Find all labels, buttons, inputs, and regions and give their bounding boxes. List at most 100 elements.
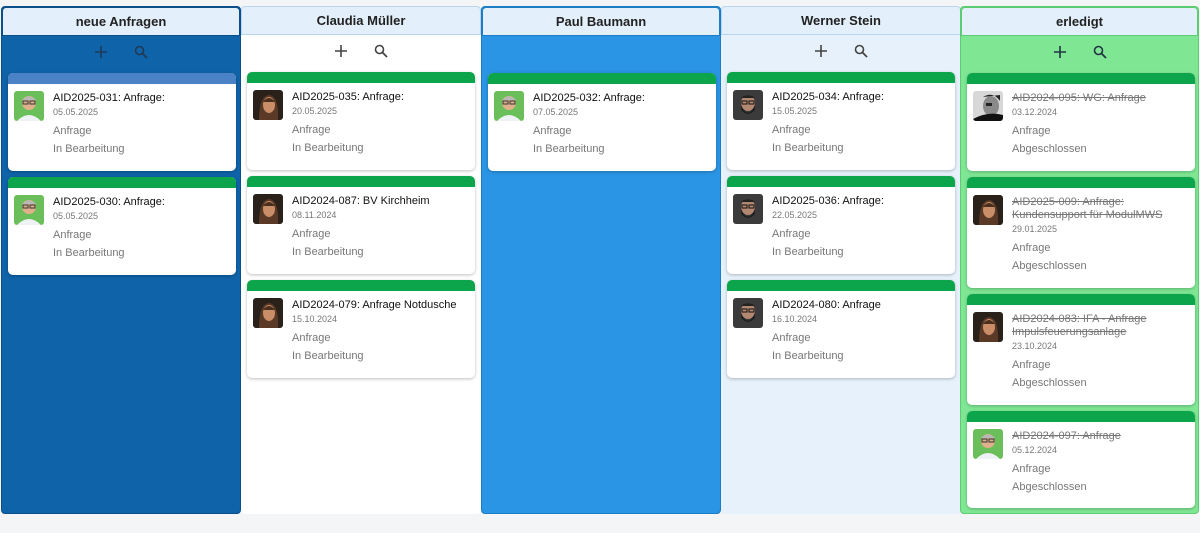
request-card[interactable]: AID2025-030: Anfrage: 05.05.2025 Anfrage… [8, 177, 236, 275]
column-title: Werner Stein [801, 13, 881, 28]
woman-avatar [253, 90, 283, 120]
card-status-bar [967, 411, 1195, 422]
card-status-bar [247, 280, 475, 291]
column-header[interactable]: neue Anfragen [2, 7, 240, 36]
column-paul-baumann: Paul Baumann AID2025-032: Anfrage: 07.05… [481, 6, 721, 514]
card-date: 07.05.2025 [533, 107, 579, 117]
card-type: Anfrage [292, 124, 331, 136]
card-title: AID2024-080: Anfrage [772, 299, 881, 311]
card-status-bar [247, 176, 475, 187]
column-title: neue Anfragen [75, 14, 167, 29]
card-type: Anfrage [1012, 463, 1051, 475]
card-status-bar [967, 73, 1195, 84]
card-status: In Bearbeitung [772, 350, 844, 362]
woman-avatar [973, 312, 1003, 342]
card-title: AID2024-097: Anfrage [1012, 430, 1121, 442]
card-title: AID2025-035: Anfrage: [292, 91, 404, 103]
kanban-board: neue Anfragen AID2025-031: Anfrage: 05.0… [0, 6, 1200, 514]
card-title: AID2025-036: Anfrage: [772, 195, 884, 207]
woman-avatar [253, 194, 283, 224]
man-glasses-avatar [14, 91, 44, 121]
card-status: In Bearbeitung [772, 142, 844, 154]
card-title: AID2025-032: Anfrage: [533, 92, 645, 104]
card-status-bar [488, 73, 716, 84]
request-card[interactable]: AID2024-079: Anfrage Notdusche 15.10.202… [247, 280, 475, 378]
card-date: 29.01.2025 [1012, 224, 1058, 234]
column-header[interactable]: Paul Baumann [482, 7, 720, 36]
column-title: Paul Baumann [555, 14, 647, 29]
card-date: 23.10.2024 [1012, 341, 1058, 351]
request-card[interactable]: AID2024-083: IFA - Anfrage Impulsfeuerun… [967, 294, 1195, 405]
man-glasses-avatar [494, 91, 524, 121]
card-status: Abgeschlossen [1012, 143, 1087, 155]
card-status-bar [727, 176, 955, 187]
card-title: AID2025-034: Anfrage: [772, 91, 884, 103]
plus-icon[interactable] [93, 44, 109, 60]
column-werner-stein: Werner Stein AID2025-034: Anfrage: 15.05… [721, 6, 961, 514]
search-icon[interactable] [373, 43, 389, 59]
card-title: AID2025-031: Anfrage: [53, 92, 165, 104]
man-beard-avatar [733, 298, 763, 328]
card-status-bar [967, 294, 1195, 305]
card-type: Anfrage [53, 229, 92, 241]
column-header[interactable]: Werner Stein [721, 6, 961, 35]
card-status-bar [727, 280, 955, 291]
request-card[interactable]: AID2025-035: Anfrage: 20.05.2025 Anfrage… [247, 72, 475, 170]
card-type: Anfrage [53, 125, 92, 137]
request-card[interactable]: AID2024-095: WG: Anfrage 03.12.2024 Anfr… [967, 73, 1195, 171]
card-date: 15.10.2024 [292, 314, 338, 324]
request-card[interactable]: AID2025-031: Anfrage: 05.05.2025 Anfrage… [8, 73, 236, 171]
card-date: 22.05.2025 [772, 210, 818, 220]
request-card[interactable]: AID2025-009: Anfrage: Kundensupport für … [967, 177, 1195, 288]
card-type: Anfrage [772, 124, 811, 136]
card-date: 05.05.2025 [53, 107, 99, 117]
request-card[interactable]: AID2024-087: BV Kirchheim 08.11.2024 Anf… [247, 176, 475, 274]
card-status: In Bearbeitung [292, 350, 364, 362]
card-status-bar [8, 73, 236, 84]
request-card[interactable]: AID2024-097: Anfrage 05.12.2024 Anfrage … [967, 411, 1195, 508]
column-claudia-mueller: Claudia Müller AID2025-035: Anfrage: 20.… [241, 6, 481, 514]
card-status-bar [8, 177, 236, 188]
card-type: Anfrage [1012, 359, 1051, 371]
card-status: In Bearbeitung [292, 142, 364, 154]
card-type: Anfrage [772, 228, 811, 240]
column-toolbar [721, 40, 961, 62]
card-status: Abgeschlossen [1012, 377, 1087, 389]
plus-icon[interactable] [333, 43, 349, 59]
card-type: Anfrage [772, 332, 811, 344]
card-type: Anfrage [1012, 242, 1051, 254]
column-header[interactable]: Claudia Müller [241, 6, 481, 35]
card-status: In Bearbeitung [53, 143, 125, 155]
card-title: AID2024-079: Anfrage Notdusche [292, 299, 457, 311]
woman-avatar [253, 298, 283, 328]
request-card[interactable]: AID2025-032: Anfrage: 07.05.2025 Anfrage… [488, 73, 716, 171]
card-status-bar [247, 72, 475, 83]
card-type: Anfrage [292, 332, 331, 344]
plus-icon[interactable] [813, 43, 829, 59]
man-beard-avatar [733, 90, 763, 120]
request-card[interactable]: AID2025-034: Anfrage: 15.05.2025 Anfrage… [727, 72, 955, 170]
card-date: 05.12.2024 [1012, 445, 1058, 455]
card-title: AID2025-009: Anfrage: Kundensupport für … [1012, 196, 1163, 221]
man-beard-avatar [733, 194, 763, 224]
column-title: Claudia Müller [316, 13, 406, 28]
search-icon[interactable] [133, 44, 149, 60]
column-title: erledigt [1056, 14, 1103, 29]
plus-icon[interactable] [1052, 44, 1068, 60]
column-toolbar [241, 40, 481, 62]
card-status-bar [967, 177, 1195, 188]
card-status: Abgeschlossen [1012, 481, 1087, 493]
search-icon[interactable] [853, 43, 869, 59]
card-date: 08.11.2024 [292, 210, 337, 220]
man-glasses-avatar [14, 195, 44, 225]
column-header[interactable]: erledigt [961, 7, 1198, 36]
card-title: AID2024-083: IFA - Anfrage Impulsfeuerun… [1012, 313, 1147, 338]
woman-avatar [973, 195, 1003, 225]
card-type: Anfrage [533, 125, 572, 137]
request-card[interactable]: AID2025-036: Anfrage: 22.05.2025 Anfrage… [727, 176, 955, 274]
man-bw-avatar [973, 91, 1003, 121]
search-icon[interactable] [1092, 44, 1108, 60]
card-status-bar [727, 72, 955, 83]
card-title: AID2024-087: BV Kirchheim [292, 195, 430, 207]
request-card[interactable]: AID2024-080: Anfrage 16.10.2024 Anfrage … [727, 280, 955, 378]
